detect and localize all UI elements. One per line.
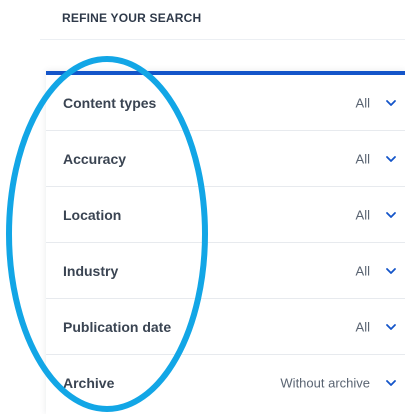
chevron-down-icon[interactable] (385, 321, 397, 333)
filter-value-publication-date: All (355, 319, 370, 334)
refine-search-page: REFINE YOUR SEARCH Content types All Acc… (0, 0, 405, 414)
filter-label-industry: Industry (63, 262, 119, 279)
filter-row-content-types[interactable]: Content types All (46, 75, 405, 131)
filter-label-publication-date: Publication date (63, 318, 172, 335)
filter-row-archive[interactable]: Archive Without archive (46, 355, 405, 411)
chevron-down-icon[interactable] (385, 97, 397, 109)
filter-label-content-types: Content types (63, 94, 157, 111)
filter-row-industry[interactable]: Industry All (46, 243, 405, 299)
filter-row-publication-date[interactable]: Publication date All (46, 299, 405, 355)
filter-value-content-types: All (355, 95, 370, 110)
filter-label-archive: Archive (63, 375, 115, 391)
filter-value-industry: All (355, 263, 370, 278)
filter-list: Content types All Accuracy All Location … (46, 75, 405, 411)
filter-label-accuracy: Accuracy (63, 150, 127, 167)
chevron-down-icon[interactable] (385, 209, 397, 221)
filter-panel: Content types All Accuracy All Location … (46, 71, 405, 414)
filter-value-archive: Without archive (280, 375, 370, 391)
refine-search-heading: REFINE YOUR SEARCH (62, 11, 202, 25)
chevron-down-icon[interactable] (385, 153, 397, 165)
filter-value-accuracy: All (355, 151, 370, 166)
filter-row-accuracy[interactable]: Accuracy All (46, 131, 405, 187)
filter-value-location: All (355, 207, 370, 222)
filter-row-location[interactable]: Location All (46, 187, 405, 243)
filter-label-location: Location (63, 206, 122, 223)
chevron-down-icon[interactable] (385, 377, 397, 389)
heading-divider (40, 39, 405, 40)
chevron-down-icon[interactable] (385, 265, 397, 277)
